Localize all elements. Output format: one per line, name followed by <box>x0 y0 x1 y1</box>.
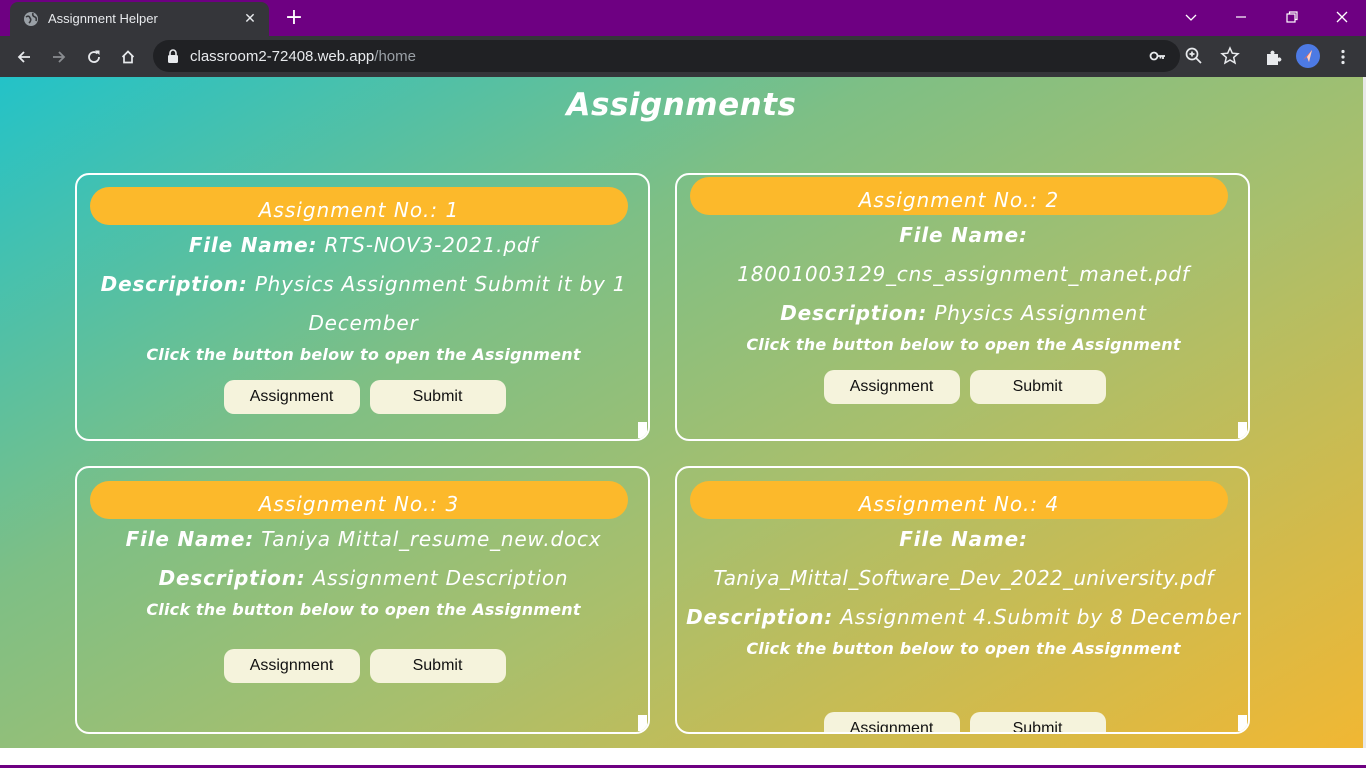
file-name-label: File Name: <box>188 233 318 257</box>
description: Physics Assignment <box>934 301 1147 325</box>
assignment-button[interactable]: Assignment <box>823 370 960 404</box>
profile-avatar[interactable] <box>1296 44 1320 68</box>
globe-icon <box>24 12 38 26</box>
assignment-header: Assignment No.: 1 <box>90 187 628 225</box>
open-hint: Click the button below to open the Assig… <box>746 639 1181 658</box>
assignment-card-2: Assignment No.: 2 File Name: 18001003129… <box>675 173 1250 441</box>
card-buttons: Assignment Submit <box>77 649 648 683</box>
assignment-details: File Name: Taniya_Mittal_Software_Dev_20… <box>681 520 1246 661</box>
lock-icon[interactable] <box>167 49 179 63</box>
card-buttons: Assignment Submit <box>677 370 1248 404</box>
open-hint: Click the button below to open the Assig… <box>146 600 581 619</box>
close-tab-icon[interactable]: ✕ <box>240 9 260 29</box>
description: Assignment Description <box>312 566 569 590</box>
menu-kebab-icon[interactable] <box>1331 45 1355 69</box>
browser-tab[interactable]: Assignment Helper ✕ <box>10 2 269 36</box>
file-name-label: File Name: <box>899 527 1028 551</box>
bookmark-star-icon[interactable] <box>1220 46 1240 66</box>
assignment-button[interactable]: Assignment <box>223 649 360 683</box>
key-icon[interactable] <box>1148 46 1168 66</box>
extensions-puzzle-icon[interactable] <box>1261 45 1285 69</box>
file-name: 18001003129_cns_assignment_manet.pdf <box>737 262 1190 286</box>
submit-button[interactable]: Submit <box>369 649 506 683</box>
file-name: Taniya_Mittal_Software_Dev_2022_universi… <box>713 566 1214 590</box>
assignment-card-3: Assignment No.: 3 File Name: Taniya Mitt… <box>75 466 650 734</box>
close-window-icon[interactable] <box>1319 0 1365 34</box>
reload-icon[interactable] <box>82 45 106 69</box>
page-title: Assignments <box>566 87 797 123</box>
tab-search-icon[interactable] <box>1168 0 1214 34</box>
description-label: Description: <box>100 272 248 296</box>
open-hint: Click the button below to open the Assig… <box>746 335 1181 354</box>
card-buttons: Assignment Submit <box>77 380 648 414</box>
assignment-button[interactable]: Assignment <box>223 380 360 414</box>
new-tab-icon[interactable]: + <box>283 7 305 29</box>
submit-button[interactable]: Submit <box>969 712 1106 732</box>
forward-icon[interactable] <box>47 45 71 69</box>
assignment-details: File Name: 18001003129_cns_assignment_ma… <box>687 216 1240 357</box>
open-hint: Click the button below to open the Assig… <box>146 345 581 364</box>
tab-title: Assignment Helper <box>48 11 158 26</box>
address-bar[interactable]: classroom2-72408.web.app/home <box>153 40 1240 72</box>
resize-handle[interactable] <box>1238 715 1247 731</box>
description-label: Description: <box>158 566 306 590</box>
back-icon[interactable] <box>12 45 36 69</box>
page-content: Assignments Assignment No.: 1 File Name:… <box>0 77 1363 748</box>
file-name-label: File Name: <box>899 223 1028 247</box>
browser-toolbar: classroom2-72408.web.app/home <box>0 36 1366 77</box>
assignment-button[interactable]: Assignment <box>823 712 960 732</box>
assignment-card-1: Assignment No.: 1 File Name: RTS-NOV3-20… <box>75 173 650 441</box>
restore-icon[interactable] <box>1269 0 1315 34</box>
resize-handle[interactable] <box>638 715 647 731</box>
assignment-details: File Name: RTS-NOV3-2021.pdf Description… <box>87 226 640 367</box>
assignment-card-4: Assignment No.: 4 File Name: Taniya_Mitt… <box>675 466 1250 734</box>
description-label: Description: <box>780 301 928 325</box>
submit-button[interactable]: Submit <box>369 380 506 414</box>
resize-handle[interactable] <box>1238 422 1247 438</box>
card-buttons: Assignment Submit <box>677 712 1248 732</box>
file-name: RTS-NOV3-2021.pdf <box>324 233 539 257</box>
minimize-icon[interactable] <box>1218 0 1264 34</box>
description-label: Description: <box>686 605 834 629</box>
file-name-label: File Name: <box>125 527 255 551</box>
assignment-header: Assignment No.: 4 <box>690 481 1228 519</box>
home-icon[interactable] <box>116 45 140 69</box>
assignment-details: File Name: Taniya Mittal_resume_new.docx… <box>87 520 640 622</box>
url-text[interactable]: classroom2-72408.web.app/home <box>190 48 416 65</box>
submit-button[interactable]: Submit <box>969 370 1106 404</box>
tab-strip: Assignment Helper ✕ + <box>0 0 1366 36</box>
description: Assignment 4.Submit by 8 December <box>840 605 1241 629</box>
assignment-header: Assignment No.: 2 <box>690 177 1228 215</box>
resize-handle[interactable] <box>638 422 647 438</box>
zoom-icon[interactable] <box>1184 46 1204 66</box>
assignment-header: Assignment No.: 3 <box>90 481 628 519</box>
file-name: Taniya Mittal_resume_new.docx <box>261 527 602 551</box>
description: Physics Assignment Submit it by 1 Decemb… <box>254 272 627 335</box>
